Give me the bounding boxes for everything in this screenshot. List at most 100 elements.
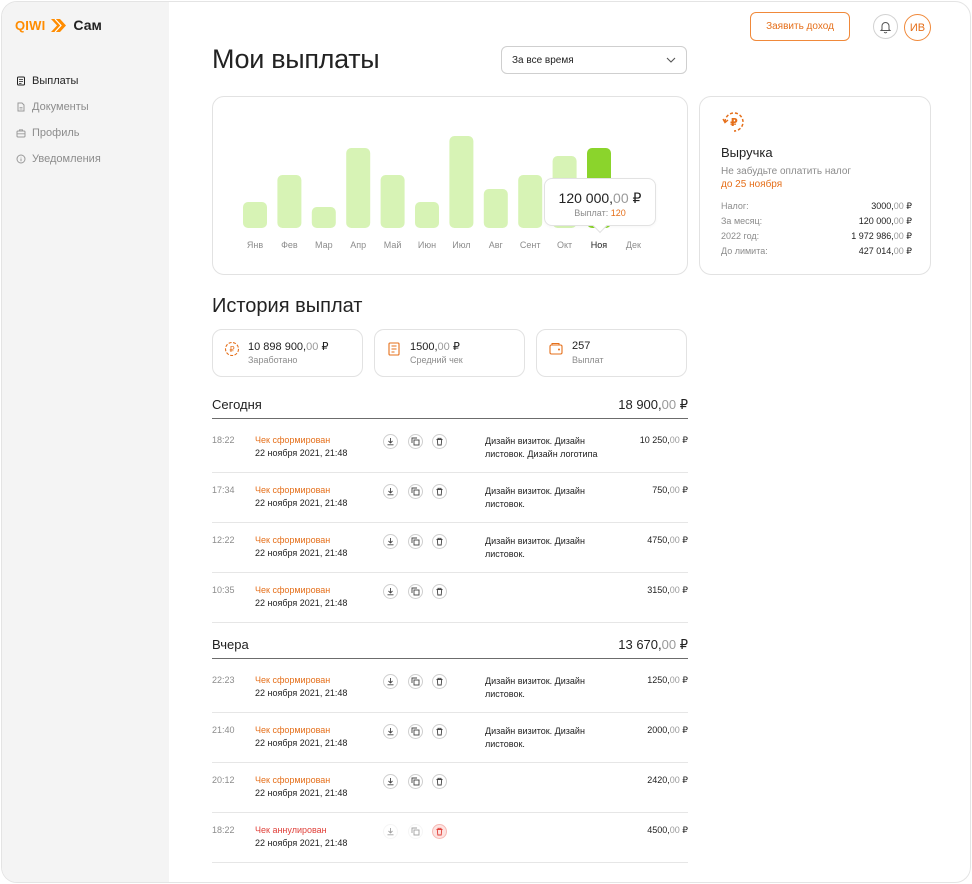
revenue-row-month: За месяц: 120 000,00 ₽ [721, 216, 912, 226]
row-status[interactable]: Чек аннулирован [255, 825, 327, 835]
copy-button[interactable] [408, 824, 423, 839]
declare-income-button[interactable]: Заявить доход [750, 12, 850, 41]
copy-button[interactable] [408, 434, 423, 449]
tooltip-count: Выплат: 120 [574, 208, 626, 218]
chart-bar-8[interactable] [518, 175, 543, 228]
table-row[interactable]: 21:40 Чек сформирован 22 ноября 2021, 21:4… [212, 713, 688, 763]
table-row[interactable]: 18:22 Чек аннулирован 22 ноября 2021, 21:4… [212, 813, 688, 863]
cancel-receipt-button[interactable] [432, 724, 447, 739]
copy-button[interactable] [408, 584, 423, 599]
copy-button[interactable] [408, 534, 423, 549]
stat-earned: ₽ 10 898 900,00 ₽ Заработано [212, 329, 363, 377]
download-button[interactable] [383, 774, 398, 789]
row-time: 12:22 [212, 535, 235, 545]
wallet-icon [549, 343, 563, 355]
cancel-receipt-button[interactable] [432, 674, 447, 689]
download-button[interactable] [383, 584, 398, 599]
revenue-row-year: 2022 год: 1 972 986,00 ₽ [721, 231, 912, 241]
row-description: Дизайн визиток. Дизайн листовок. [485, 676, 585, 699]
chart-bar-7[interactable] [483, 189, 508, 228]
ruble-refresh-icon: ₽ [722, 112, 744, 132]
row-date: 22 ноября 2021, 21:48 [255, 688, 348, 698]
download-icon [386, 677, 395, 686]
chart-tick-label: Янв [247, 240, 263, 250]
row-date: 22 ноября 2021, 21:48 [255, 548, 348, 558]
sidebar-item-documents[interactable]: Документы [16, 94, 101, 120]
copy-icon [411, 677, 420, 686]
cancel-receipt-button[interactable] [432, 484, 447, 499]
table-row[interactable]: 22:23 Чек сформирован 22 ноября 2021, 21:4… [212, 663, 688, 713]
cancel-receipt-button[interactable] [432, 584, 447, 599]
group-title: Сегодня [212, 397, 262, 412]
copy-button[interactable] [408, 674, 423, 689]
cancel-receipt-button[interactable] [432, 534, 447, 549]
download-button[interactable] [383, 674, 398, 689]
copy-button[interactable] [408, 724, 423, 739]
table-row[interactable]: 20:12 Чек сформирован 22 ноября 2021, 21:4… [212, 763, 688, 813]
chart-bar-3[interactable] [346, 148, 371, 228]
download-button[interactable] [383, 534, 398, 549]
stat-value: 257 [572, 340, 591, 352]
download-icon [386, 437, 395, 446]
chart-bar-6[interactable] [449, 136, 474, 228]
row-status[interactable]: Чек сформирован [255, 725, 330, 735]
row-date: 22 ноября 2021, 21:48 [255, 498, 348, 508]
chart-tick-label: Мар [315, 240, 333, 250]
chart-bar-4[interactable] [380, 175, 405, 228]
revenue-deadline: до 25 ноября [721, 179, 783, 190]
cancel-receipt-button[interactable] [432, 774, 447, 789]
avatar[interactable]: ИВ [904, 14, 931, 41]
sidebar-item-payouts[interactable]: Выплаты [16, 68, 101, 94]
app-window: QIWI Сам Выплаты Документы Профиль Уведо… [1, 1, 971, 883]
download-icon [386, 727, 395, 736]
cancel-receipt-button[interactable] [432, 824, 447, 839]
period-select[interactable]: За все время [501, 46, 687, 74]
table-row[interactable]: 18:22 Чек сформирован 22 ноября 2021, 21:4… [212, 423, 688, 473]
stat-average-check: 1500,00 ₽ Средний чек [374, 329, 525, 377]
chart-tick-label: Май [384, 240, 402, 250]
table-row[interactable]: 12:22 Чек сформирован 22 ноября 2021, 21:4… [212, 523, 688, 573]
row-date: 22 ноября 2021, 21:48 [255, 738, 348, 748]
info-icon [16, 154, 26, 164]
row-description: Дизайн визиток. Дизайн листовок. [485, 486, 585, 509]
main-content: Заявить доход ИВ Мои выплаты За все врем… [169, 2, 970, 882]
row-time: 17:34 [212, 485, 235, 495]
revenue-subtitle: Не забудьте оплатить налог [721, 166, 852, 177]
chart-tick-label: Апр [350, 240, 366, 250]
download-button[interactable] [383, 434, 398, 449]
group-title: Вчера [212, 637, 249, 652]
copy-icon [411, 727, 420, 736]
document-icon [16, 102, 26, 112]
download-button[interactable] [383, 824, 398, 839]
copy-button[interactable] [408, 774, 423, 789]
cancel-receipt-button[interactable] [432, 434, 447, 449]
download-button[interactable] [383, 724, 398, 739]
row-description: Дизайн визиток. Дизайн листовок. Дизайн л… [485, 436, 598, 459]
stat-label: Заработано [248, 355, 298, 365]
row-status[interactable]: Чек сформирован [255, 535, 330, 545]
chart-bar-2[interactable] [311, 207, 336, 228]
copy-button[interactable] [408, 484, 423, 499]
row-amount: 10 250,00 ₽ [639, 435, 688, 445]
row-status[interactable]: Чек сформирован [255, 675, 330, 685]
chart-tooltip: 120 000,00 ₽ Выплат: 120 [544, 178, 656, 234]
row-time: 18:22 [212, 825, 235, 835]
row-status[interactable]: Чек сформирован [255, 435, 330, 445]
chart-bar-1[interactable] [277, 175, 302, 228]
sidebar-item-notifications[interactable]: Уведомления [16, 146, 101, 172]
chart-bar-5[interactable] [415, 202, 439, 228]
chevron-down-icon [666, 57, 676, 63]
download-button[interactable] [383, 484, 398, 499]
row-status[interactable]: Чек сформирован [255, 485, 330, 495]
table-row[interactable]: 10:35 Чек сформирован 22 ноября 2021, 21:4… [212, 573, 688, 623]
sidebar-item-label: Выплаты [32, 75, 79, 87]
sidebar-item-profile[interactable]: Профиль [16, 120, 101, 146]
row-status[interactable]: Чек сформирован [255, 585, 330, 595]
notifications-button[interactable] [873, 14, 898, 39]
cancel-receipt-icon [435, 827, 444, 836]
chart-tick-label: Окт [557, 240, 572, 250]
row-status[interactable]: Чек сформирован [255, 775, 330, 785]
logo[interactable]: QIWI Сам [15, 17, 102, 33]
table-row[interactable]: 17:34 Чек сформирован 22 ноября 2021, 21:4… [212, 473, 688, 523]
chart-bar-0[interactable] [243, 202, 267, 228]
